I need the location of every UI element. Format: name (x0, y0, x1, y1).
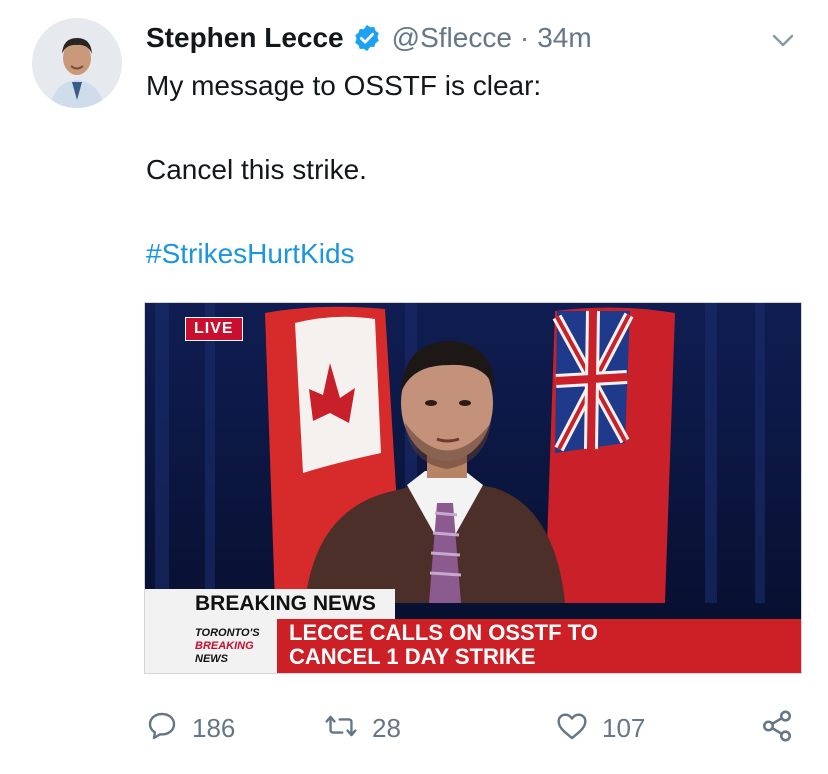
tweet-header: Stephen Lecce @Sflecce · 34m (146, 18, 788, 58)
breaking-news-label: BREAKING NEWS (145, 589, 395, 619)
tweet-actions: 186 28 107 (146, 706, 806, 750)
retweet-count: 28 (372, 712, 401, 743)
tweet-body: My message to OSSTF is clear: Cancel thi… (146, 66, 786, 274)
separator-dot: · (519, 22, 530, 53)
reply-count: 186 (192, 712, 236, 743)
like-button[interactable]: 107 (556, 706, 645, 750)
share-icon (760, 709, 794, 748)
reply-icon (146, 710, 178, 747)
tweet-text-line: My message to OSSTF is clear: (146, 70, 542, 101)
news-logo-line: TORONTO'S (195, 627, 260, 639)
tweet-text-line: Cancel this strike. (146, 154, 367, 185)
breaking-news-bar: TORONTO'S BREAKING NEWS LECCE CALLS ON O… (145, 619, 801, 673)
breaking-headline: LECCE CALLS ON OSSTF TO CANCEL 1 DAY STR… (289, 621, 598, 669)
author-handle[interactable]: @Sflecce (392, 22, 512, 54)
hashtag-link[interactable]: #StrikesHurtKids (146, 238, 355, 269)
chevron-down-icon[interactable] (766, 24, 800, 58)
retweet-button[interactable]: 28 (324, 706, 401, 750)
retweet-icon (324, 710, 358, 747)
headline-line: LECCE CALLS ON OSSTF TO (289, 620, 598, 645)
avatar-image (32, 18, 122, 108)
news-logo-line: BREAKING (195, 640, 254, 652)
avatar[interactable] (32, 18, 122, 108)
tweet-media[interactable]: LIVE BREAKING NEWS TORONTO'S BREAKING NE… (144, 302, 802, 674)
news-logo: TORONTO'S BREAKING NEWS (145, 619, 277, 673)
like-icon (556, 711, 588, 746)
like-count: 107 (602, 712, 646, 743)
share-button[interactable] (760, 706, 794, 750)
news-logo-line: NEWS (195, 653, 228, 665)
live-badge: LIVE (185, 317, 243, 341)
headline-line: CANCEL 1 DAY STRIKE (289, 644, 536, 669)
author-name[interactable]: Stephen Lecce (146, 22, 344, 54)
tweet-timestamp[interactable]: 34m (537, 22, 591, 54)
reply-button[interactable]: 186 (146, 706, 235, 750)
verified-badge-icon (352, 23, 382, 53)
